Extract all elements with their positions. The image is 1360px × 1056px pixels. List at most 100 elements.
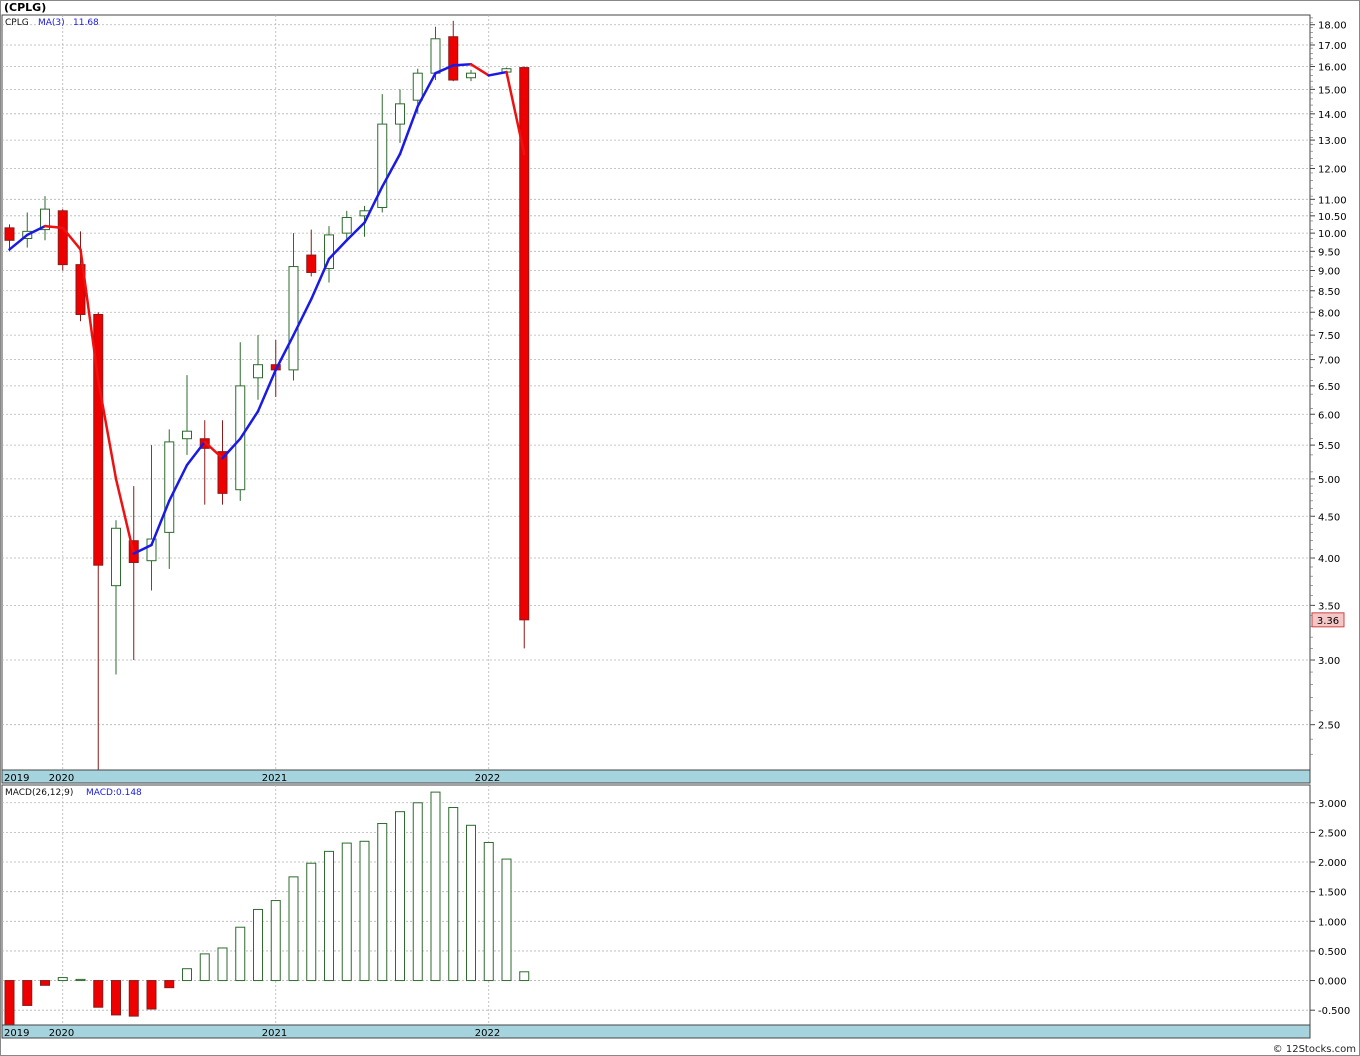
chart-title: (CPLG) <box>4 1 46 14</box>
macd-bar <box>519 971 530 982</box>
candle-body <box>57 210 68 266</box>
macd-bar <box>341 842 352 982</box>
macd-bar <box>395 811 405 982</box>
candle-body <box>341 217 352 234</box>
price-tick-label: 8.00 <box>1318 308 1340 319</box>
price-tick-label: 7.50 <box>1318 331 1340 342</box>
price-tick-label: 4.00 <box>1318 554 1340 565</box>
macd-x-label: 2022 <box>475 1028 500 1039</box>
price-tick-label: 18.00 <box>1318 21 1347 32</box>
macd-legend-name: MACD(26,12,9) <box>5 788 73 798</box>
legend-ma-label: MA(3) <box>38 18 65 28</box>
macd-tick-label: 3.000 <box>1318 799 1347 810</box>
macd-bar <box>164 980 175 989</box>
price-x-label: 2021 <box>262 773 287 784</box>
last-price-label: 3.36 <box>1317 616 1339 627</box>
macd-x-label: 2021 <box>262 1028 287 1039</box>
legend-symbol: CPLG <box>5 18 29 28</box>
price-tick-label: 3.50 <box>1318 601 1340 612</box>
macd-bar <box>217 947 228 982</box>
price-time-strip <box>1 769 1311 784</box>
macd-bar <box>324 850 334 982</box>
macd-bar <box>57 977 68 982</box>
price-tick-label: 5.50 <box>1318 441 1340 452</box>
macd-x-label: 2019 <box>4 1028 29 1039</box>
macd-bar <box>448 807 459 982</box>
candle-body <box>430 38 441 74</box>
candle-body <box>466 72 476 79</box>
macd-bar <box>40 980 50 986</box>
price-tick-label: 12.00 <box>1318 164 1347 175</box>
macd-bar <box>111 980 121 1016</box>
macd-bar <box>288 876 299 982</box>
price-tick-label: 13.00 <box>1318 136 1347 147</box>
candle-body <box>448 36 459 81</box>
candle-body <box>111 527 121 587</box>
macd-bar <box>466 824 476 982</box>
macd-tick-label: -0.500 <box>1318 1006 1350 1017</box>
macd-bar <box>377 823 388 982</box>
macd-plot-area <box>1 784 1311 1026</box>
price-tick-label: 4.50 <box>1318 512 1340 523</box>
candle-body <box>4 227 15 241</box>
candle-body <box>288 266 299 371</box>
price-tick-label: 8.50 <box>1318 287 1340 298</box>
price-tick-label: 2.50 <box>1318 721 1340 732</box>
price-plot-area <box>1 14 1311 771</box>
macd-bar <box>253 908 263 982</box>
macd-panel: -0.500 0.000 0.500 1.000 1.500 2.000 2.500 3.00… <box>1 784 1350 1039</box>
macd-tick-label: 0.000 <box>1318 977 1347 988</box>
price-panel: 2.50 3.00 3.50 4.00 4.50 5.00 5.50 6.00 6.50 7.00… <box>1 14 1347 784</box>
candle-body <box>182 430 192 440</box>
macd-bar <box>182 968 192 982</box>
price-tick-label: 3.00 <box>1318 656 1340 667</box>
price-tick-label: 10.00 <box>1318 229 1347 240</box>
macd-tick-label: 0.500 <box>1318 947 1347 958</box>
macd-bar <box>199 953 210 982</box>
ma-segment <box>452 63 473 67</box>
ma-segment <box>43 224 64 230</box>
stock-chart: (CPLG) 2.50 3.00 3.50 4.00 4.50 5.00 5.50 6.00 6… <box>0 0 1360 1056</box>
macd-tick-label: 1.500 <box>1318 888 1347 899</box>
macd-bar <box>306 862 317 982</box>
macd-legend-value: MACD:0.148 <box>86 788 142 798</box>
price-tick-label: 11.00 <box>1318 195 1347 206</box>
price-tick-label: 5.00 <box>1318 475 1340 486</box>
candle-body <box>306 254 317 273</box>
price-tick-label: 9.50 <box>1318 247 1340 258</box>
price-tick-label: 16.00 <box>1318 62 1347 73</box>
price-tick-label: 15.00 <box>1318 85 1347 96</box>
macd-bar <box>235 926 246 982</box>
macd-bar <box>75 978 86 982</box>
price-tick-label: 10.50 <box>1318 212 1347 223</box>
price-tick-label: 17.00 <box>1318 41 1347 52</box>
price-tick-label: 6.50 <box>1318 382 1340 393</box>
candle-body <box>253 364 263 379</box>
price-tick-label: 14.00 <box>1318 110 1347 121</box>
macd-time-strip <box>1 1024 1311 1039</box>
price-tick-label: 7.00 <box>1318 356 1340 367</box>
candle-body <box>395 103 405 125</box>
legend-ma-value: 11.68 <box>73 18 99 28</box>
macd-bar <box>412 802 423 982</box>
macd-bar <box>270 900 281 982</box>
candle-body <box>412 72 423 101</box>
candle-body <box>164 441 175 533</box>
macd-tick-label: 2.500 <box>1318 828 1347 839</box>
macd-bar <box>22 980 33 1006</box>
price-x-label: 2019 <box>4 773 29 784</box>
price-tick-label: 9.00 <box>1318 266 1340 277</box>
macd-bar <box>483 841 494 982</box>
macd-tick-label: 1.000 <box>1318 917 1347 928</box>
price-tick-label: 6.00 <box>1318 410 1340 421</box>
macd-bar <box>146 980 157 1010</box>
price-x-label: 2020 <box>49 773 74 784</box>
macd-bar <box>4 980 15 1026</box>
macd-bar <box>93 980 104 1008</box>
macd-bar <box>128 980 139 1017</box>
macd-bar <box>501 858 512 982</box>
price-x-label: 2022 <box>475 773 500 784</box>
macd-bar <box>430 791 441 982</box>
macd-x-label: 2020 <box>49 1028 74 1039</box>
macd-bar <box>359 840 370 982</box>
